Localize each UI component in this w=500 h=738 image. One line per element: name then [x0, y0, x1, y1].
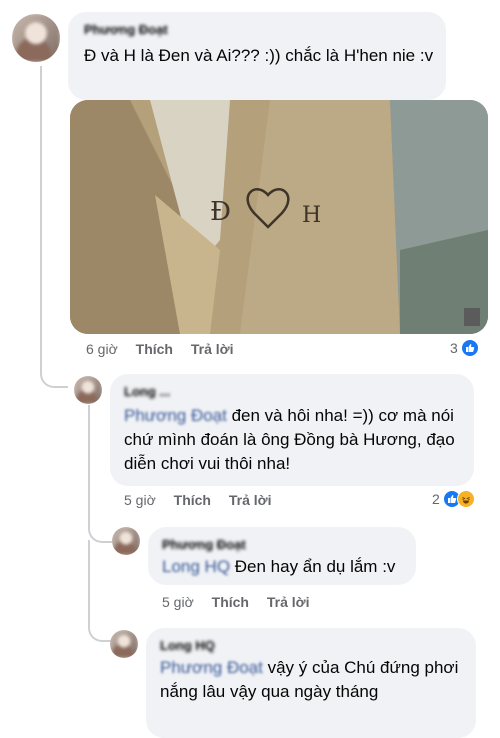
comment-time[interactable]: 5 giờ — [124, 492, 156, 508]
thread-line-reply — [88, 405, 112, 543]
comment-text: Phương Đoạt đen và hôi nha! =)) cơ mà nó… — [124, 404, 464, 476]
comment-meta: 6 giờ Thích Trả lời — [86, 341, 234, 357]
comment-author[interactable]: Long HQ — [160, 638, 215, 653]
like-icon — [460, 339, 479, 357]
comment-meta: 5 giờ Thích Trả lời — [162, 594, 310, 610]
comment-author[interactable]: Long ... — [124, 384, 170, 399]
svg-text:H: H — [302, 203, 321, 228]
avatar[interactable] — [12, 14, 60, 62]
comment-meta: 5 giờ Thích Trả lời — [124, 492, 272, 508]
reaction-number: 2 — [432, 491, 440, 507]
comment-bubble: Phương Đoạt Long HQ Đen hay ẩn dụ lắm :v — [148, 527, 416, 585]
comment-bubble: Long ... Phương Đoạt đen và hôi nha! =))… — [110, 374, 474, 486]
reply-button[interactable]: Trả lời — [229, 492, 272, 508]
comment-time[interactable]: 6 giờ — [86, 341, 118, 357]
like-button[interactable]: Thích — [212, 594, 249, 610]
comment-author[interactable]: Phương Đoạt — [162, 537, 246, 552]
avatar[interactable] — [110, 630, 138, 658]
comment-time[interactable]: 5 giờ — [162, 594, 194, 610]
photo-content: Đ H — [70, 100, 488, 334]
comment-text: Đ và H là Đen và Ai??? :)) chắc là H'hen… — [84, 46, 434, 65]
haha-icon — [456, 490, 475, 508]
comment-bubble: Phương Đoạt Đ và H là Đen và Ai??? :)) c… — [68, 12, 446, 100]
thread-line-reply-2 — [88, 540, 112, 642]
reaction-count[interactable]: 2 — [432, 490, 475, 508]
comment-text: Long HQ Đen hay ẩn dụ lắm :v — [162, 555, 412, 579]
svg-text:Đ: Đ — [210, 197, 231, 227]
mention-link[interactable]: Long HQ — [162, 557, 230, 576]
mention-link[interactable]: Phương Đoạt — [124, 406, 227, 425]
reply-button[interactable]: Trả lời — [191, 341, 234, 357]
like-button[interactable]: Thích — [174, 492, 211, 508]
comment-bubble: Long HQ Phương Đoạt vậy ý của Chú đứng p… — [146, 628, 476, 738]
comment-body: Đen hay ẩn dụ lắm :v — [230, 557, 396, 576]
mention-link[interactable]: Phương Đoạt — [160, 658, 263, 677]
avatar[interactable] — [74, 376, 102, 404]
comment-author[interactable]: Phương Đoạt — [84, 22, 168, 37]
reaction-number: 3 — [450, 340, 458, 356]
avatar[interactable] — [112, 527, 140, 555]
like-button[interactable]: Thích — [136, 341, 173, 357]
comment-text: Phương Đoạt vậy ý của Chú đứng phơi nắng… — [160, 656, 460, 704]
thread-line-main — [40, 66, 68, 388]
reply-button[interactable]: Trả lời — [267, 594, 310, 610]
reaction-count[interactable]: 3 — [450, 339, 479, 357]
comment-photo[interactable]: Đ H — [70, 100, 488, 334]
